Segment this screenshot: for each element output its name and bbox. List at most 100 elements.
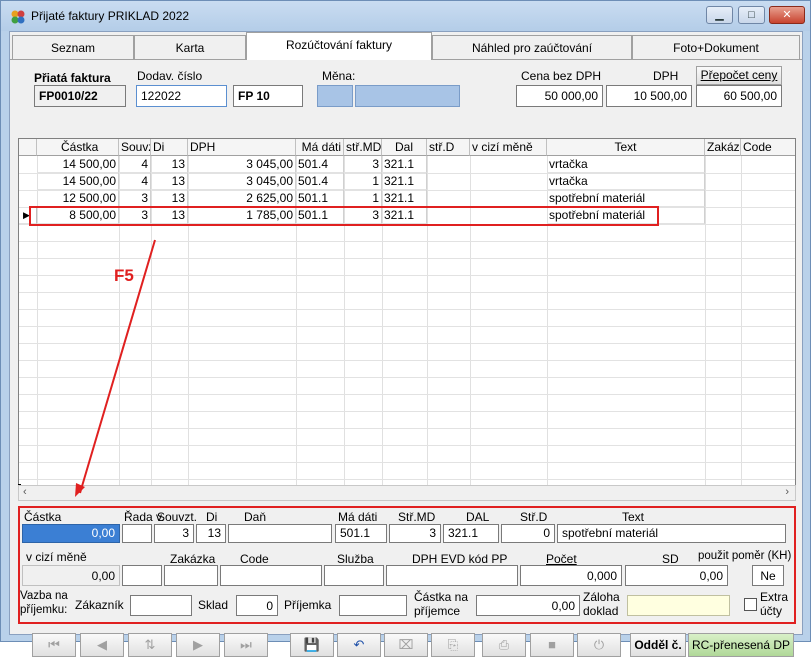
detail-rada-field[interactable] [122,524,152,543]
detail-zaloha-label: Záloha [583,590,620,604]
last-icon: ⏭ [240,637,252,652]
detail-sklad-label: Sklad [198,598,229,612]
undo-icon: ↶ [353,637,365,652]
col-cizi-mena[interactable]: v cizí měně [470,139,547,156]
cell-souvz: 4 [119,156,151,173]
detail-foreign-field[interactable]: 0,00 [22,565,120,586]
first-record-button[interactable]: ⏮ [32,633,76,657]
detail-castka-field[interactable]: 0,00 [22,524,120,543]
tab-seznam[interactable]: Seznam [12,35,134,59]
tab-foto[interactable]: Foto+Dokument [632,35,800,59]
tab-nahled[interactable]: Náhled pro zaúčtování [432,35,632,59]
cell-souvz: 4 [119,173,151,190]
next-record-button[interactable]: ▶ [176,633,220,657]
close-button[interactable]: ✕ [769,6,805,24]
col-di[interactable]: Di [151,139,188,156]
cell-di: 13 [151,190,188,207]
supplier-number-field[interactable]: 122022 [136,85,227,107]
col-str-d[interactable]: stř.D [427,139,470,156]
detail-castka-prijemce-label: Částka na [414,590,469,604]
detail-text-field[interactable]: spotřební materiál [557,524,786,543]
sort-button[interactable]: ⇅ [128,633,172,657]
col-str-md[interactable]: stř.MD [344,139,382,156]
tab-rozuctovani[interactable]: Rozúčtování faktury [246,32,432,60]
detail-ratio-field[interactable]: Ne [752,565,784,586]
col-dal[interactable]: Dal [382,139,427,156]
price-excl-vat-label: Cena bez DPH [521,69,602,83]
detail-zaloha-field[interactable] [627,595,730,616]
detail-di-field[interactable]: 13 [196,524,226,543]
cell-castka: 12 500,00 [37,190,119,207]
undo-button[interactable]: ↶ [337,633,381,657]
recalc-price-button[interactable]: Přepočet ceny [696,66,782,85]
detail-code-field[interactable] [220,565,322,586]
scroll-left-icon[interactable]: ‹ [23,486,27,498]
col-dph[interactable]: DPH [188,139,296,156]
detail-zakazka-label: Zakázka [170,552,216,566]
detail-dal-field[interactable]: 321.1 [443,524,499,543]
save-button[interactable]: 💾 [290,633,334,657]
detail-str-md-field[interactable]: 3 [389,524,441,543]
detail-zakazka-field[interactable] [164,565,218,586]
detail-dph-evd-field[interactable] [386,565,518,586]
stop-button[interactable]: ■ [530,633,574,657]
copy-button[interactable]: ⎘ [431,633,475,657]
detail-castka-label: Částka [24,510,62,524]
cell-dph: 2 625,00 [188,190,296,207]
title-bar[interactable]: Přijaté faktury PRIKLAD 2022 ▁ □ ✕ [1,1,810,31]
detail-sd-field[interactable]: 0,00 [625,565,728,586]
scroll-right-icon[interactable]: › [785,486,789,498]
currency-code-field[interactable] [317,85,353,107]
minimize-button[interactable]: ▁ [706,6,733,24]
col-castka[interactable]: Částka [37,139,119,156]
detail-str-d-field[interactable]: 0 [501,524,555,543]
col-souvz[interactable]: Souvz [119,139,151,156]
total-price-field[interactable]: 60 500,00 [696,85,782,107]
stop-icon: ■ [548,637,556,652]
detail-sluzba-field[interactable] [324,565,384,586]
detail-dan-label: Daň [244,510,267,524]
minimize-icon: ▁ [715,9,724,21]
delete-button[interactable]: ⌧ [384,633,428,657]
cell-castka: 14 500,00 [37,156,119,173]
vat-field[interactable]: 10 500,00 [606,85,692,107]
detail-zakaznik-field[interactable] [130,595,192,616]
detail-ma-dati-field[interactable]: 501.1 [335,524,387,543]
detail-sklad-field[interactable]: 0 [236,595,278,616]
detail-castka-prijemce-field[interactable]: 0,00 [476,595,580,616]
detail-prijemka-field[interactable] [339,595,407,616]
col-text[interactable]: Text [547,139,705,156]
extra-ucty-checkbox[interactable] [744,598,757,611]
col-zakazka[interactable]: Zakázk [705,139,741,156]
price-excl-vat-field[interactable]: 50 000,00 [516,85,603,107]
last-record-button[interactable]: ⏭ [224,633,268,657]
power-button[interactable]: ⏻ [577,633,621,657]
detail-foreign-currency-field[interactable] [122,565,162,586]
detail-souvzt-field[interactable]: 3 [154,524,194,543]
print-button[interactable]: ⎙ [482,633,526,657]
fp-number-field[interactable]: FP 10 [233,85,303,107]
rc-prenesena-dp-button[interactable]: RC-přenesená DP [688,633,794,657]
detail-dal-label: DAL [466,510,490,524]
detail-dan-field[interactable] [228,524,332,543]
cell-dal: 321.1 [382,156,427,173]
detail-pocet-field[interactable]: 0,000 [520,565,622,586]
oddel-button[interactable]: Odděl č. [630,633,686,657]
cell-ma-dati: 501.4 [296,156,344,173]
detail-di-label: Di [206,510,218,524]
detail-souvzt-label: Souvzt. [157,510,198,524]
invoice-field[interactable]: FP0010/22 [34,85,126,107]
maximize-button[interactable]: □ [738,6,765,24]
cell-dph: 3 045,00 [188,173,296,190]
cell-ma-dati: 501.4 [296,173,344,190]
previous-record-button[interactable]: ◀ [80,633,124,657]
currency-name-field[interactable] [355,85,460,107]
grid-header-indicator [19,139,37,156]
tab-karta[interactable]: Karta [134,35,246,59]
col-ma-dati[interactable]: Má dáti [296,139,344,156]
first-icon: ⏮ [48,637,60,652]
detail-ma-dati-label: Má dáti [338,510,378,524]
col-code[interactable]: Code [741,139,795,156]
detail-code-label: Code [240,552,269,566]
maximize-icon: □ [748,9,755,21]
